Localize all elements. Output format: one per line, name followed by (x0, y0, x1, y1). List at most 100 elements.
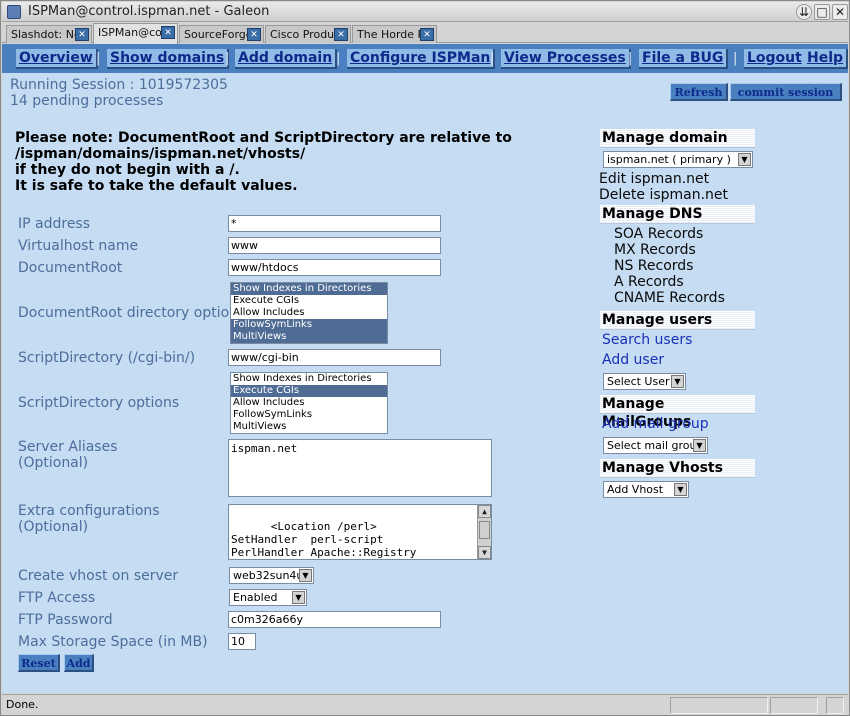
maximize-icon[interactable]: □ (814, 4, 830, 20)
manage-vhosts-heading: Manage Vhosts (600, 459, 755, 478)
tab-strip: Slashdot: Ne ✕ ISPMan@cor ✕ SourceForge … (2, 23, 848, 44)
documentroot-options-list[interactable]: Show Indexes in Directories Execute CGIs A… (230, 282, 388, 344)
nav-separator: | (225, 51, 230, 66)
scriptdirectory-option[interactable]: Show Indexes in Directories (231, 373, 387, 385)
tab-sourceforge[interactable]: SourceForge ✕ (179, 25, 264, 43)
tab-close-icon[interactable]: ✕ (420, 28, 434, 41)
tab-label: Slashdot: Ne (11, 28, 81, 41)
domain-select[interactable]: ispman.net ( primary ) ▼ (603, 151, 753, 168)
close-icon[interactable]: ✕ (832, 4, 848, 20)
scriptdirectory-option[interactable]: Execute CGIs (231, 385, 387, 397)
scriptdirectory-options-list[interactable]: Show Indexes in Directories Execute CGIs A… (230, 372, 388, 434)
documentroot-option[interactable]: MultiViews (231, 331, 387, 343)
virtualhost-name-label: Virtualhost name (18, 238, 139, 254)
tab-close-icon[interactable]: ✕ (334, 28, 348, 41)
server-select[interactable]: web32sun4u ▼ (229, 567, 314, 584)
documentroot-options-label: DocumentRoot directory options (18, 305, 246, 321)
scriptdirectory-option[interactable]: FollowSymLinks (231, 409, 387, 421)
tab-slashdot[interactable]: Slashdot: Ne ✕ (6, 25, 92, 43)
select-mail-group-value: Select mail group (607, 439, 704, 452)
nav-help[interactable]: Help (804, 49, 848, 69)
tab-label: Cisco Produc (270, 28, 341, 41)
dropdown-arrow-icon: ▼ (299, 569, 312, 582)
nav-add-domain[interactable]: Add domain (235, 49, 338, 69)
nav-view-processes[interactable]: View Processes (501, 49, 631, 69)
server-aliases-textarea[interactable]: ispman.net (228, 439, 492, 497)
edit-domain-link[interactable]: Edit ispman.net (599, 171, 709, 187)
scriptdirectory-option[interactable]: MultiViews (231, 421, 387, 433)
refresh-button[interactable]: Refresh (670, 83, 728, 101)
nav-logout[interactable]: Logout (744, 49, 807, 69)
reset-button[interactable]: Reset (18, 654, 60, 672)
documentroot-label: DocumentRoot (18, 260, 123, 276)
ftp-access-label: FTP Access (18, 590, 96, 606)
scroll-down-arrow-icon[interactable]: ▼ (478, 546, 491, 559)
documentroot-option[interactable]: Allow Includes (231, 307, 387, 319)
window-title: ISPMan@control.ispman.net - Galeon (28, 4, 270, 19)
tab-label: ISPMan@cor (98, 26, 167, 39)
tab-close-icon[interactable]: ✕ (75, 28, 89, 41)
tab-close-icon[interactable]: ✕ (161, 26, 175, 39)
tab-cisco[interactable]: Cisco Produc ✕ (265, 25, 351, 43)
scriptdirectory-option[interactable]: Allow Includes (231, 397, 387, 409)
nav-configure-ispman[interactable]: Configure ISPMan (347, 49, 496, 69)
scroll-up-arrow-icon[interactable]: ▲ (478, 505, 491, 518)
nav-file-bug[interactable]: File a BUG (639, 49, 729, 69)
add-mail-group-link[interactable]: Add mail group (602, 416, 709, 432)
dropdown-arrow-icon: ▼ (292, 591, 305, 604)
ftp-access-select[interactable]: Enabled ▼ (229, 589, 307, 606)
note-line: if they do not begin with a /. (15, 162, 240, 178)
textarea-scrollbar[interactable]: ▲ ▼ (477, 505, 491, 559)
title-bar: ISPMan@control.ispman.net - Galeon ⇊ □ ✕ (2, 2, 848, 22)
max-storage-label: Max Storage Space (in MB) (18, 634, 208, 650)
ip-address-input[interactable]: * (228, 215, 441, 232)
documentroot-option[interactable]: FollowSymLinks (231, 319, 387, 331)
delete-domain-link[interactable]: Delete ispman.net (599, 187, 728, 203)
scriptdirectory-input[interactable]: www/cgi-bin (228, 349, 441, 366)
select-user-value: Select User (607, 375, 670, 388)
offline-toggle-icon[interactable] (826, 697, 844, 714)
dns-cname-records-link[interactable]: CNAME Records (614, 290, 725, 306)
virtualhost-name-input[interactable]: www (228, 237, 441, 254)
create-vhost-server-label: Create vhost on server (18, 568, 179, 584)
server-aliases-label: Server Aliases (18, 439, 118, 455)
running-session: Running Session : 1019572305 (10, 77, 228, 93)
tab-close-icon[interactable]: ✕ (247, 28, 261, 41)
browser-window: ISPMan@control.ispman.net - Galeon ⇊ □ ✕… (0, 0, 850, 716)
status-info-cell (770, 697, 818, 714)
window-menu-icon[interactable]: ⇊ (796, 4, 812, 20)
tab-label: The Horde Pr (357, 28, 429, 41)
dns-soa-records-link[interactable]: SOA Records (614, 226, 703, 242)
nav-overview[interactable]: Overview (16, 49, 98, 69)
documentroot-option[interactable]: Show Indexes in Directories (231, 283, 387, 295)
ftp-access-value: Enabled (233, 591, 278, 604)
manage-dns-heading: Manage DNS (600, 205, 755, 224)
tab-label: SourceForge (184, 28, 253, 41)
dns-mx-records-link[interactable]: MX Records (614, 242, 696, 258)
select-mail-group-dropdown[interactable]: Select mail group ▼ (603, 437, 708, 454)
add-vhost-dropdown[interactable]: Add Vhost ▼ (603, 481, 689, 498)
nav-separator: | (96, 51, 101, 66)
nav-separator: | (628, 51, 633, 66)
tab-ispman[interactable]: ISPMan@cor ✕ (93, 23, 178, 44)
documentroot-option[interactable]: Execute CGIs (231, 295, 387, 307)
extra-config-label: Extra configurations (18, 503, 160, 519)
nav-separator: | (490, 51, 495, 66)
max-storage-input[interactable]: 10 (228, 633, 256, 650)
add-vhost-value: Add Vhost (607, 483, 664, 496)
add-button[interactable]: Add (64, 654, 94, 672)
pending-processes: 14 pending processes (10, 93, 164, 109)
dropdown-arrow-icon: ▼ (674, 483, 687, 496)
select-user-dropdown[interactable]: Select User ▼ (603, 373, 686, 390)
scroll-thumb[interactable] (479, 521, 490, 539)
dns-ns-records-link[interactable]: NS Records (614, 258, 693, 274)
add-user-link[interactable]: Add user (602, 352, 664, 368)
dns-a-records-link[interactable]: A Records (614, 274, 684, 290)
nav-show-domains[interactable]: Show domains (107, 49, 230, 69)
ftp-password-input[interactable]: c0m326a66y (228, 611, 441, 628)
search-users-link[interactable]: Search users (602, 332, 692, 348)
extra-config-textarea[interactable]: <Location /perl> SetHandler perl-script … (228, 504, 492, 560)
commit-session-button[interactable]: commit session (730, 83, 842, 101)
documentroot-input[interactable]: www/htdocs (228, 259, 441, 276)
tab-horde[interactable]: The Horde Pr ✕ (352, 25, 437, 43)
